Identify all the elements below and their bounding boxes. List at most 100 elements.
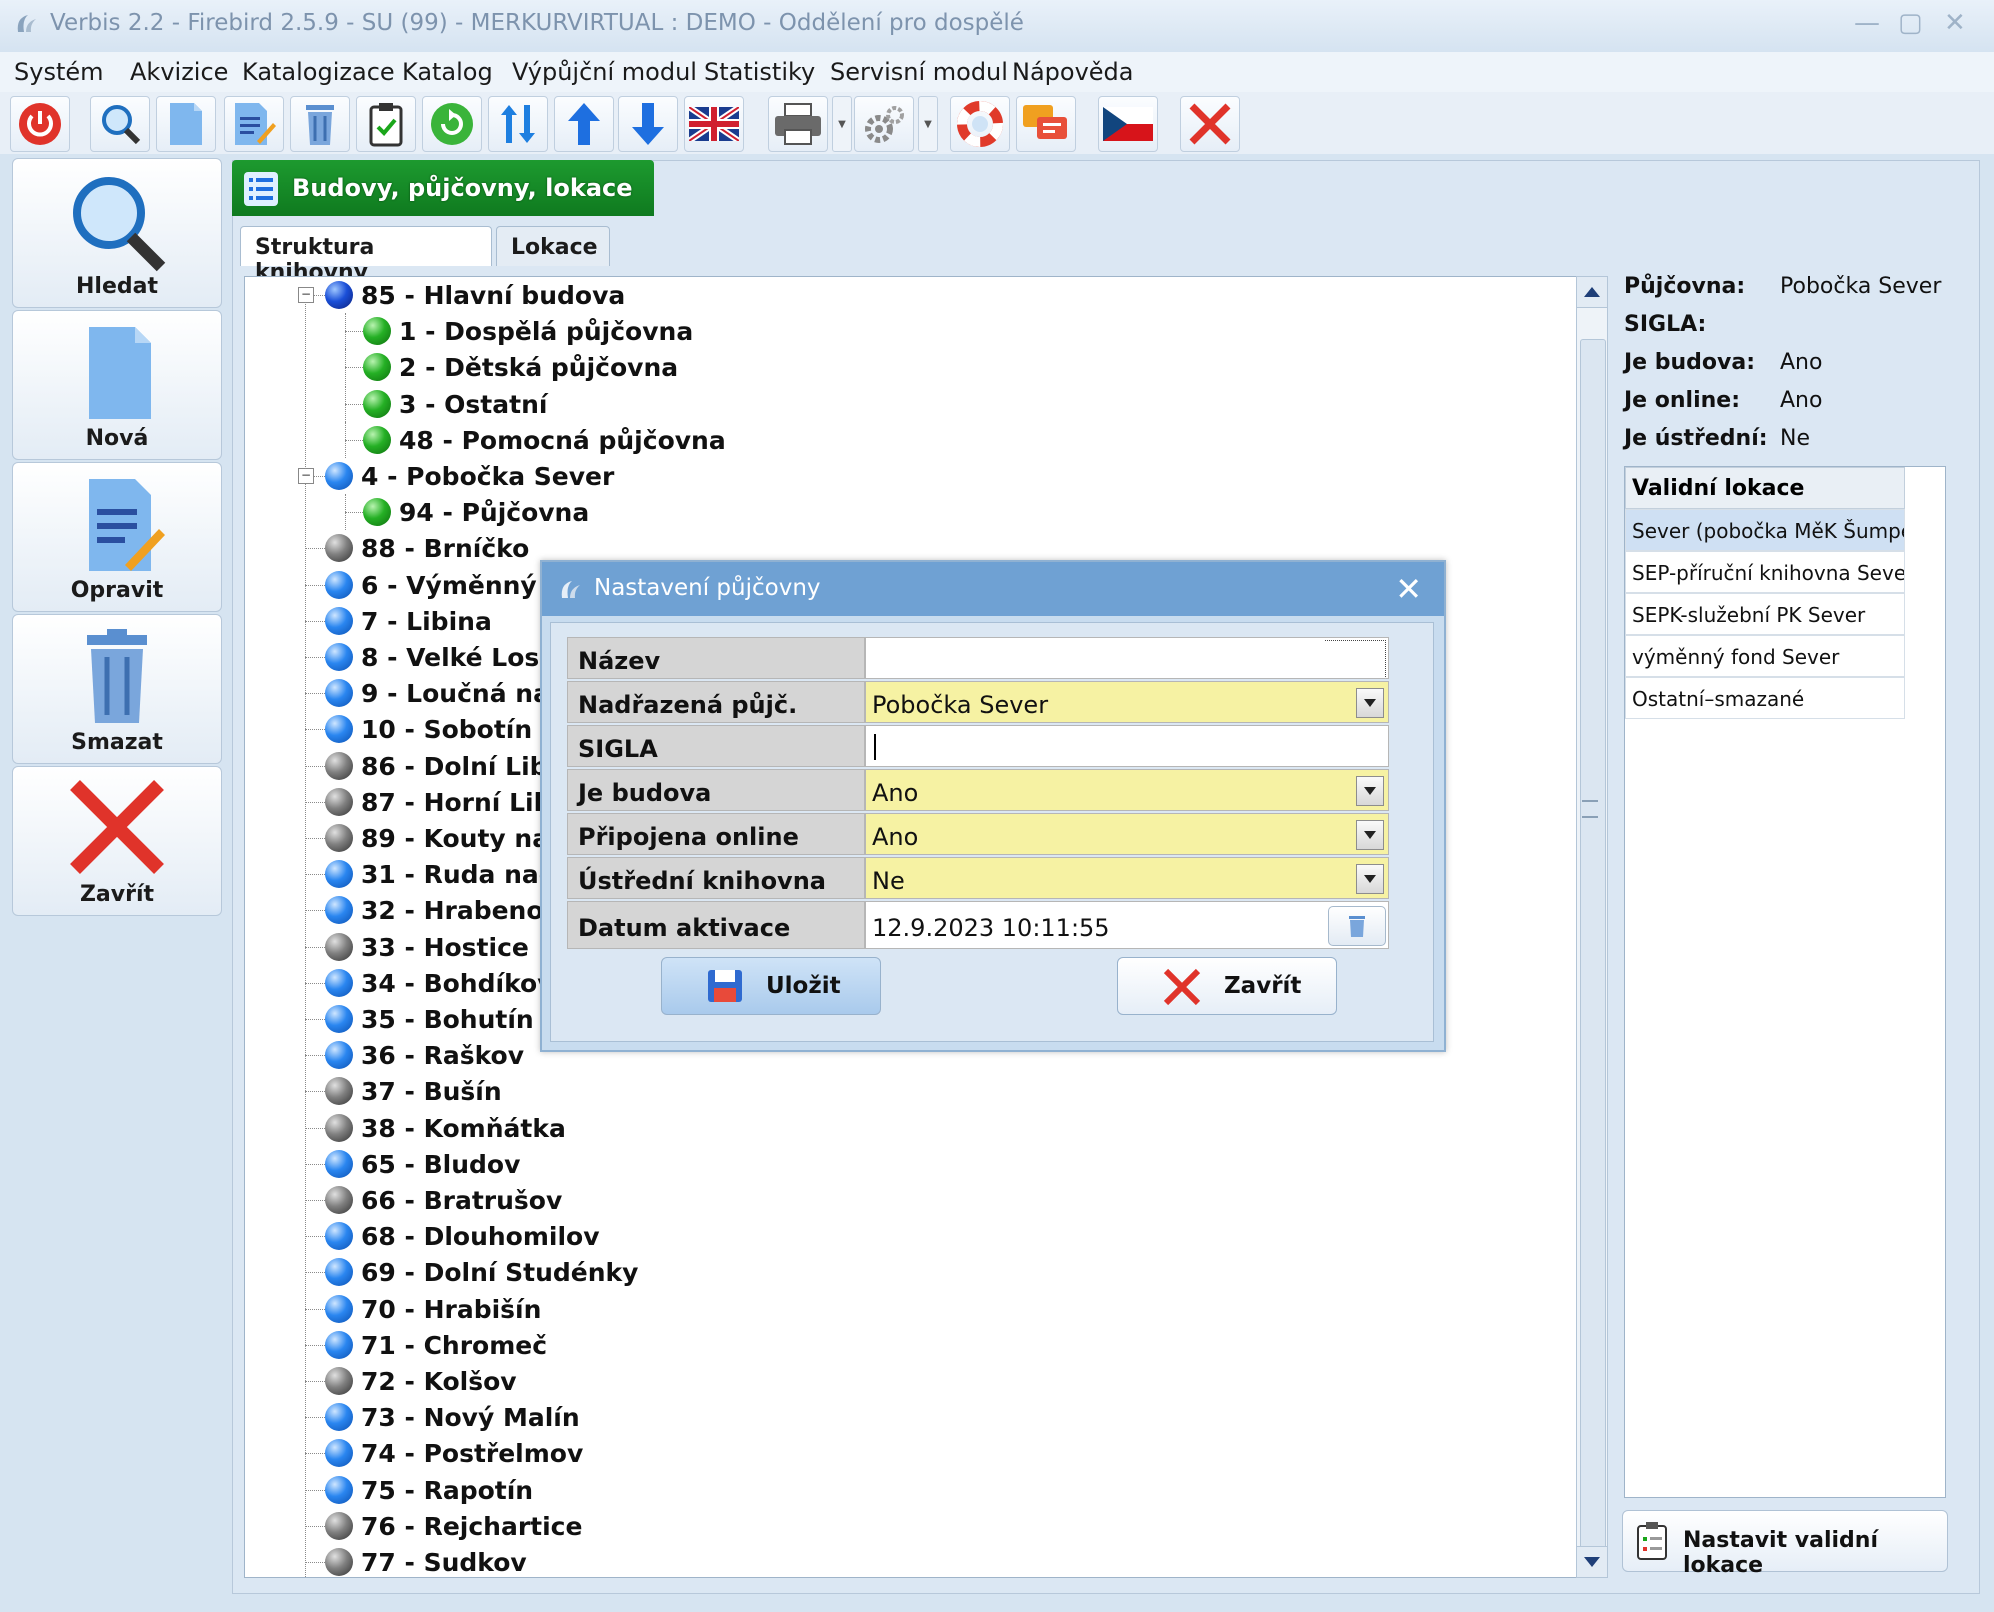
tree-node[interactable]: 4 - Pobočka Sever xyxy=(325,458,614,494)
menu-akvizice[interactable]: Akvizice xyxy=(130,58,228,86)
tree-node[interactable]: 94 - Půjčovna xyxy=(363,494,589,530)
delete-button[interactable]: Smazat xyxy=(12,614,222,764)
scroll-thumb[interactable] xyxy=(1580,339,1606,1553)
tree-node[interactable]: 2 - Dětská půjčovna xyxy=(363,349,678,385)
menu-statistiky[interactable]: Statistiky xyxy=(704,58,815,86)
tree-node[interactable]: 9 - Loučná na xyxy=(325,675,550,711)
list-item[interactable]: Ostatní–smazané xyxy=(1625,677,1905,719)
datum-aktivace-input[interactable]: 12.9.2023 10:11:55 xyxy=(865,901,1389,949)
je-budova-select[interactable]: Ano xyxy=(865,769,1389,811)
tree-node[interactable]: 3 - Ostatní xyxy=(363,386,547,422)
new-button[interactable]: Nová xyxy=(12,310,222,460)
tree-node[interactable]: 68 - Dlouhomilov xyxy=(325,1218,600,1254)
chevron-down-icon[interactable] xyxy=(1356,776,1384,806)
panel-title-tab[interactable]: Budovy, půjčovny, lokace xyxy=(232,160,654,216)
list-item[interactable]: SEPK-služební PK Sever xyxy=(1625,593,1905,635)
toolbar-up-button[interactable] xyxy=(554,96,614,152)
tree-node[interactable]: 48 - Pomocná půjčovna xyxy=(363,422,726,458)
menu-katalog[interactable]: Katalog xyxy=(402,58,493,86)
tree-node[interactable]: 72 - Kolšov xyxy=(325,1363,517,1399)
toolbar-search-button[interactable] xyxy=(90,96,150,152)
tree-node[interactable]: 85 - Hlavní budova xyxy=(325,277,625,313)
search-button[interactable]: Hledat xyxy=(12,158,222,308)
cancel-button[interactable]: Zavřít xyxy=(1117,957,1337,1015)
tree-node[interactable]: 75 - Rapotín xyxy=(325,1472,533,1508)
tree-node[interactable]: 32 - Hrabeno xyxy=(325,892,544,928)
toolbar-language-cz-button[interactable] xyxy=(1098,96,1158,152)
close-button[interactable]: Zavřít xyxy=(12,766,222,916)
maximize-button[interactable]: ▢ xyxy=(1898,8,1923,38)
tab-lokace[interactable]: Lokace xyxy=(496,226,610,266)
tab-struktura-knihovny[interactable]: Struktura knihovny xyxy=(240,226,492,285)
toolbar-messages-button[interactable] xyxy=(1016,96,1076,152)
chevron-down-icon[interactable] xyxy=(1356,820,1384,850)
tree-node[interactable]: 33 - Hostice xyxy=(325,929,529,965)
tree-node[interactable]: 76 - Rejchartice xyxy=(325,1508,582,1544)
tree-node[interactable]: 7 - Libina xyxy=(325,603,492,639)
tree-node[interactable]: 77 - Sudkov xyxy=(325,1544,527,1577)
edit-button[interactable]: Opravit xyxy=(12,462,222,612)
tree-node[interactable]: 73 - Nový Malín xyxy=(325,1399,580,1435)
list-item[interactable]: výměnný fond Sever xyxy=(1625,635,1905,677)
toolbar-delete-button[interactable] xyxy=(290,96,350,152)
toolbar-settings-button[interactable] xyxy=(854,96,914,152)
toolbar-settings-dropdown[interactable]: ▼ xyxy=(918,96,938,152)
scroll-down-button[interactable] xyxy=(1577,1546,1607,1577)
ustredni-knihovna-select[interactable]: Ne xyxy=(865,857,1389,899)
list-item[interactable]: SEP-příruční knihovna Sever xyxy=(1625,551,1905,593)
tree-node[interactable]: 70 - Hrabišín xyxy=(325,1291,541,1327)
minimize-button[interactable]: — xyxy=(1854,8,1880,38)
toolbar-down-button[interactable] xyxy=(618,96,678,152)
splitter-grip[interactable] xyxy=(1582,800,1598,818)
toolbar-edit-button[interactable] xyxy=(224,96,284,152)
toolbar-new-button[interactable] xyxy=(156,96,216,152)
scroll-up-button[interactable] xyxy=(1577,277,1607,308)
power-button[interactable] xyxy=(10,96,70,152)
toolbar-refresh-button[interactable] xyxy=(422,96,482,152)
tree-node[interactable]: 71 - Chromeč xyxy=(325,1327,547,1363)
tree-node[interactable]: 10 - Sobotín xyxy=(325,711,532,747)
menu-system[interactable]: Systém xyxy=(14,58,104,86)
menu-vypujcni-modul[interactable]: Výpůjční modul xyxy=(512,58,697,86)
tree-node[interactable]: 6 - Výměnný xyxy=(325,567,537,603)
nazev-input[interactable] xyxy=(865,637,1389,679)
list-item[interactable]: Sever (pobočka MěK Šumperk) xyxy=(1625,509,1905,551)
tree-node[interactable]: 89 - Kouty na xyxy=(325,820,549,856)
toolbar-print-button[interactable] xyxy=(768,96,828,152)
window-close-button[interactable]: ✕ xyxy=(1944,8,1966,38)
toolbar-language-en-button[interactable] xyxy=(684,96,744,152)
sigla-input[interactable] xyxy=(865,725,1389,767)
tree-node[interactable]: 38 - Komňátka xyxy=(325,1110,566,1146)
toolbar-help-button[interactable] xyxy=(950,96,1010,152)
set-valid-locations-button[interactable]: Nastavit validní lokace xyxy=(1622,1510,1948,1578)
menu-servisni-modul[interactable]: Servisní modul xyxy=(830,58,1008,86)
menu-napoveda[interactable]: Nápověda xyxy=(1012,58,1134,86)
clear-date-button[interactable] xyxy=(1328,906,1386,946)
toolbar-clipboard-button[interactable] xyxy=(356,96,416,152)
chevron-down-icon[interactable] xyxy=(1356,688,1384,718)
tree-expander[interactable]: − xyxy=(298,287,314,303)
toolbar-close-button[interactable] xyxy=(1180,96,1240,152)
tree-node[interactable]: 36 - Raškov xyxy=(325,1037,524,1073)
save-button[interactable]: Uložit xyxy=(661,957,881,1015)
tree-node[interactable]: 37 - Bušín xyxy=(325,1073,502,1109)
chevron-down-icon[interactable] xyxy=(1356,864,1384,894)
tree-node[interactable]: 8 - Velké Losi xyxy=(325,639,548,675)
tree-node[interactable]: 35 - Bohutín xyxy=(325,1001,534,1037)
tree-node[interactable]: 65 - Bludov xyxy=(325,1146,520,1182)
tree-node[interactable]: 88 - Brníčko xyxy=(325,530,529,566)
tree-node[interactable]: 69 - Dolní Studénky xyxy=(325,1254,638,1290)
toolbar-print-dropdown[interactable]: ▼ xyxy=(832,96,852,152)
tree-node[interactable]: 31 - Ruda nad xyxy=(325,856,557,892)
toolbar-sort-button[interactable] xyxy=(488,96,548,152)
tree-expander[interactable]: − xyxy=(298,468,314,484)
dialog-close-icon[interactable]: ✕ xyxy=(1395,570,1422,608)
pripojena-online-select[interactable]: Ano xyxy=(865,813,1389,855)
tree-node[interactable]: 74 - Postřelmov xyxy=(325,1435,583,1471)
tree-scrollbar[interactable] xyxy=(1576,276,1608,1578)
tree-node[interactable]: 66 - Bratrušov xyxy=(325,1182,562,1218)
tree-node[interactable]: 87 - Horní Lib xyxy=(325,784,551,820)
tree-node[interactable]: 34 - Bohdíkov xyxy=(325,965,554,1001)
dialog-title-bar[interactable]: Nastavení půjčovny ✕ xyxy=(542,562,1444,616)
tree-node[interactable]: 86 - Dolní Libi xyxy=(325,748,556,784)
